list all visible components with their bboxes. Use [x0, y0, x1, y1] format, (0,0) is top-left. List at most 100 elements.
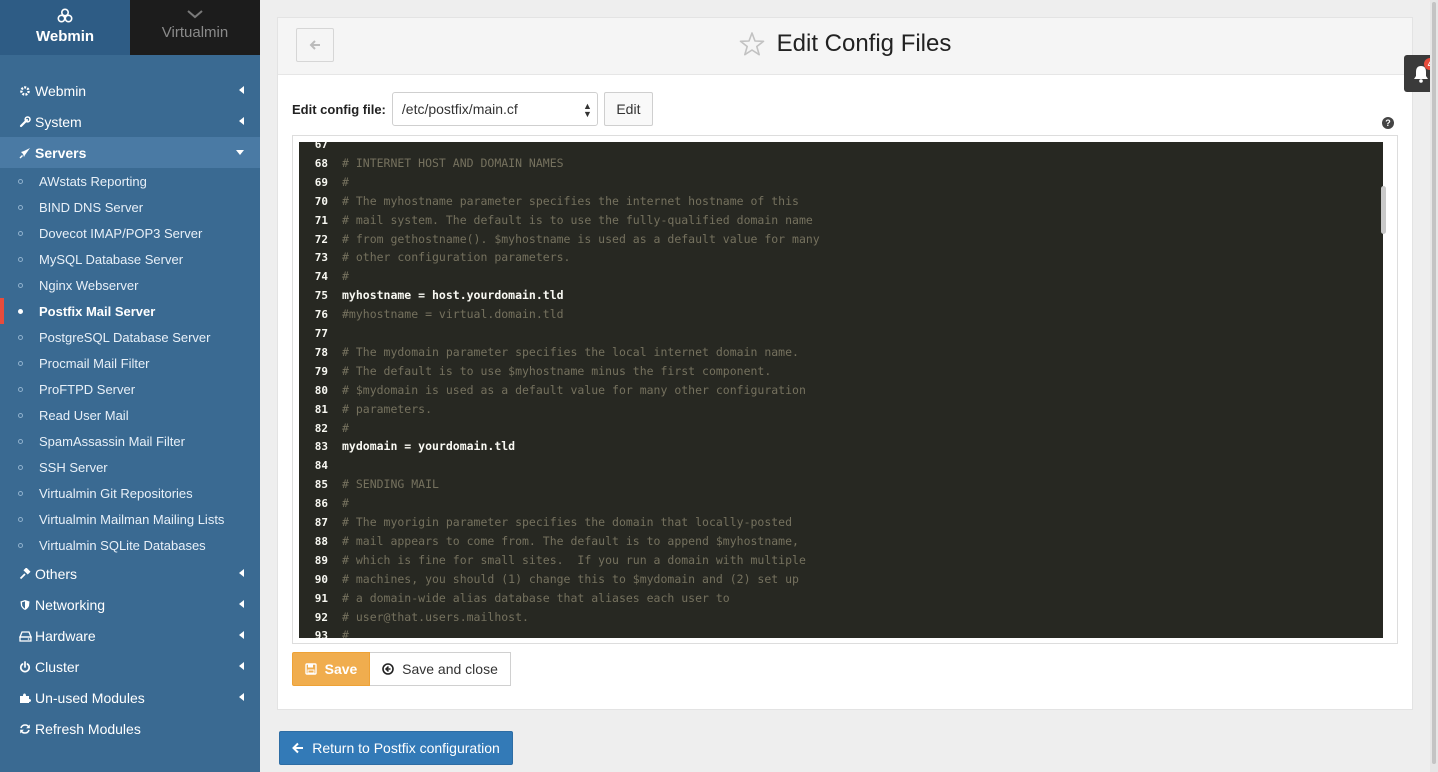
bullet-icon [18, 257, 23, 262]
line-number: 78 [314, 345, 328, 359]
arrow-left-icon [292, 742, 304, 754]
editor-line: 93 # [299, 626, 1383, 638]
sidebar-item-label: PostgreSQL Database Server [39, 329, 211, 345]
sidebar-item-spamassassin[interactable]: SpamAssassin Mail Filter [0, 428, 260, 454]
sidebar-item-postgresql[interactable]: PostgreSQL Database Server [0, 324, 260, 350]
sidebar-category-unused-modules[interactable]: Un-used Modules [0, 682, 260, 713]
line-number: 85 [314, 478, 328, 492]
webmin-switch[interactable]: Webmin [0, 0, 130, 55]
editor-line: 89 # which is fine for small sites. If yo… [299, 551, 1383, 570]
line-number: 77 [314, 327, 328, 340]
sidebar-item-dovecot[interactable]: Dovecot IMAP/POP3 Server [0, 220, 260, 246]
sidebar-item-label: SpamAssassin Mail Filter [39, 433, 185, 449]
editor-line: 70 # The myhostname parameter specifies t… [299, 192, 1383, 211]
code-editor[interactable]: 67 68 # INTERNET HOST AND DOMAIN NAMES 69 #7… [299, 142, 1383, 638]
bullet-icon [18, 517, 23, 522]
sidebar-item-label: Virtualmin Mailman Mailing Lists [39, 511, 225, 527]
sidebar-item-procmail[interactable]: Procmail Mail Filter [0, 350, 260, 376]
sidebar-item-awstats[interactable]: AWstats Reporting [0, 168, 260, 194]
config-file-row: Edit config file: /etc/postfix/main.cf ▲… [292, 92, 653, 126]
bullet-icon [18, 179, 23, 184]
bullet-icon [18, 543, 23, 548]
puzzle-icon [15, 692, 35, 704]
sidebar-category-hardware[interactable]: Hardware [0, 620, 260, 651]
line-number: 83 [314, 440, 328, 454]
chevron-down-icon [187, 10, 203, 19]
line-text: # machines, you should (1) change this t… [342, 571, 799, 586]
sidebar-item-proftpd[interactable]: ProFTPD Server [0, 376, 260, 402]
line-number: 69 [314, 175, 328, 189]
sidebar-item-sqlite[interactable]: Virtualmin SQLite Databases [0, 532, 260, 558]
line-text: # The myhostname parameter specifies the… [342, 193, 799, 208]
sidebar-category-label: Un-used Modules [35, 689, 145, 706]
help-icon[interactable]: ? [1382, 117, 1394, 129]
sidebar-item-bind-dns[interactable]: BIND DNS Server [0, 194, 260, 220]
line-text: # [342, 628, 349, 638]
line-text: # which is fine for small sites. If you … [342, 552, 806, 567]
editor-line: 67 [299, 142, 1383, 154]
page-scrollbar-thumb[interactable] [1432, 2, 1436, 764]
sidebar-category-system[interactable]: System [0, 106, 260, 137]
sidebar-item-nginx[interactable]: Nginx Webserver [0, 272, 260, 298]
sidebar-item-git[interactable]: Virtualmin Git Repositories [0, 480, 260, 506]
sidebar-item-label: Virtualmin SQLite Databases [39, 537, 206, 553]
line-text: # mail appears to come from. The default… [342, 533, 799, 548]
sidebar-category-cluster[interactable]: Cluster [0, 651, 260, 682]
config-file-select[interactable]: /etc/postfix/main.cf ▲ ▼ [391, 92, 598, 126]
editor-line: 83 mydomain = yourdomain.tld [299, 437, 1383, 456]
select-arrows-icon: ▲ ▼ [582, 101, 592, 119]
editor-line: 68 # INTERNET HOST AND DOMAIN NAMES [299, 154, 1383, 173]
editor-line: 82 # [299, 419, 1383, 438]
sidebar-item-ssh[interactable]: SSH Server [0, 454, 260, 480]
wrench-icon [15, 115, 35, 128]
action-buttons: Save Save and close [292, 652, 511, 686]
sidebar-item-read-user-mail[interactable]: Read User Mail [0, 402, 260, 428]
caret-left-icon [239, 631, 244, 639]
sidebar-category-others[interactable]: Others [0, 558, 260, 589]
sidebar-item-label: Procmail Mail Filter [39, 355, 150, 371]
line-number: 81 [314, 402, 328, 416]
shield-icon [15, 599, 35, 611]
bullet-icon [18, 335, 23, 340]
sidebar-item-mysql[interactable]: MySQL Database Server [0, 246, 260, 272]
save-button[interactable]: Save [292, 652, 370, 686]
return-button[interactable]: Return to Postfix configuration [279, 731, 513, 765]
line-number: 71 [314, 213, 328, 227]
caret-left-icon [239, 693, 244, 701]
edit-button[interactable]: Edit [603, 92, 653, 126]
line-text: # SENDING MAIL [342, 477, 439, 492]
editor-frame: 67 68 # INTERNET HOST AND DOMAIN NAMES 69 #7… [292, 135, 1398, 644]
editor-line: 78 # The mydomain parameter specifies the… [299, 343, 1383, 362]
line-text: # mail system. The default is to use the… [342, 212, 813, 227]
line-number: 79 [314, 364, 328, 378]
sidebar-category-label: Networking [35, 596, 106, 613]
virtualmin-switch-label: Virtualmin [161, 24, 229, 41]
refresh-icon [15, 723, 35, 735]
line-text: # user@that.users.mailhost. [342, 609, 529, 624]
line-text: # a domain-wide alias database that alia… [342, 590, 730, 605]
line-number: 92 [314, 610, 328, 624]
webmin-switch-label: Webmin [35, 28, 95, 45]
panel-header: Edit Config Files [278, 18, 1412, 75]
line-text: # [342, 496, 349, 511]
line-number: 75 [314, 289, 328, 303]
line-number: 67 [314, 142, 328, 151]
editor-line: 77 [299, 324, 1383, 343]
editor-line: 69 # [299, 173, 1383, 192]
caret-left-icon [239, 86, 244, 94]
editor-scrollbar[interactable] [1381, 186, 1386, 234]
virtualmin-switch[interactable]: Virtualmin [130, 0, 260, 55]
sidebar-category-refresh-modules[interactable]: Refresh Modules [0, 713, 260, 744]
sidebar-item-mailman[interactable]: Virtualmin Mailman Mailing Lists [0, 506, 260, 532]
editor-line: 85 # SENDING MAIL [299, 475, 1383, 494]
line-text: mydomain = yourdomain.tld [342, 439, 516, 454]
sidebar-category-label: System [35, 113, 82, 130]
star-icon[interactable] [739, 31, 765, 57]
sidebar-category-servers[interactable]: Servers [0, 137, 260, 168]
sidebar-category-networking[interactable]: Networking [0, 589, 260, 620]
sidebar-item-postfix[interactable]: Postfix Mail Server [0, 298, 260, 324]
sidebar-category-label: Cluster [35, 658, 80, 675]
save-and-close-label: Save and close [402, 661, 498, 677]
sidebar-category-webmin[interactable]: Webmin [0, 75, 260, 106]
save-and-close-button[interactable]: Save and close [370, 652, 511, 686]
